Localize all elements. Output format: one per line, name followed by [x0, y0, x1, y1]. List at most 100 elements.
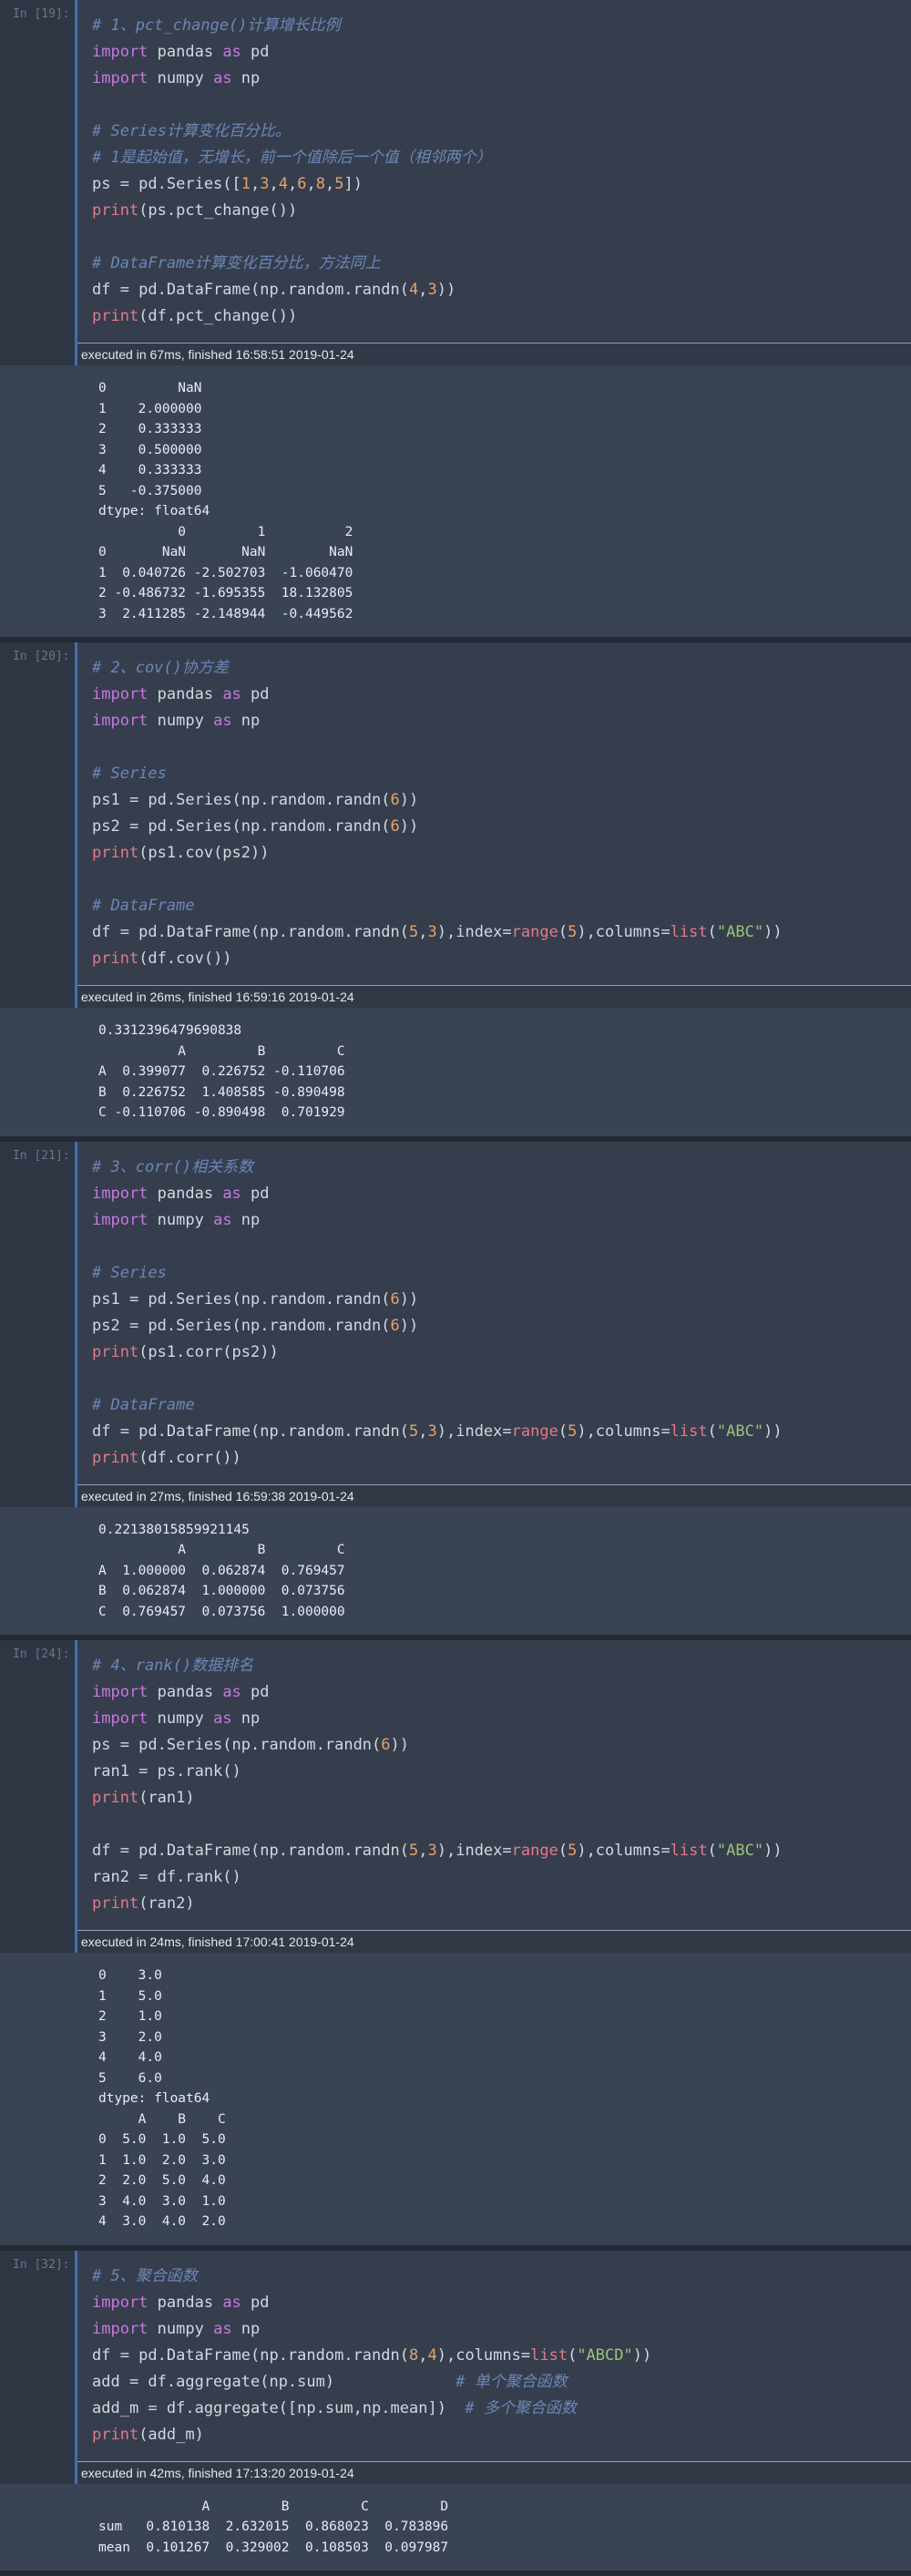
code-line [92, 1811, 911, 1838]
code-token: import [92, 1211, 148, 1229]
code-token: ),columns= [577, 1842, 670, 1860]
code-line: print(ran1) [92, 1785, 911, 1811]
output-line: 2 2.0 5.0 4.0 [98, 2171, 911, 2191]
code-line: add = df.aggregate(np.sum) # 单个聚合函数 [92, 2369, 911, 2396]
code-token: print [92, 201, 138, 220]
code-line: import numpy as np [92, 66, 911, 92]
notebook-cell[interactable]: In [32]:# 5、聚合函数import pandas as pdimpor… [0, 2251, 911, 2576]
notebook-cell[interactable]: In [21]: # 3、corr()相关系数import pandas as p… [0, 1142, 911, 1641]
cell-output: 0.22138015859921145 A B CA 1.000000 0.06… [0, 1507, 911, 1636]
code-line: # 1是起始值，无增长，前一个值除后一个值（相邻两个） [92, 145, 911, 171]
code-token: ),columns= [577, 1422, 670, 1441]
code-token: ),index= [437, 923, 512, 941]
code-token: ),index= [437, 1842, 512, 1860]
input-prompt: In [21]: [0, 1142, 75, 1507]
code-token: # 1、pct_change()计算增长比例 [92, 16, 341, 35]
notebook-cell[interactable]: In [19]: # 1、pct_change()计算增长比例import pan… [0, 0, 911, 642]
code-line: import pandas as pd [92, 682, 911, 708]
code-token: 3 [428, 281, 437, 299]
code-token: pd [241, 43, 270, 61]
code-input-area[interactable]: # 1、pct_change()计算增长比例import pandas as p… [75, 0, 911, 365]
code-token: , [418, 923, 427, 941]
code-token: # 1是起始值，无增长，前一个值除后一个值（相邻两个） [92, 149, 492, 167]
output-line: 1 5.0 [98, 1986, 911, 2007]
code-editor[interactable]: # 3、corr()相关系数import pandas as pdimport … [77, 1142, 911, 1484]
input-prompt: In [20]: [0, 642, 75, 1008]
code-token: (ps1.cov(ps2)) [138, 844, 269, 862]
code-token: 3 [260, 175, 269, 193]
code-line: df = pd.DataFrame(np.random.randn(5,3),i… [92, 919, 911, 946]
input-prompt: In [32]: [0, 2251, 75, 2484]
code-token: # Series计算变化百分比。 [92, 122, 291, 140]
code-token: # Series [92, 1264, 167, 1282]
code-token: as [213, 2320, 231, 2338]
code-token: # 2、cov()协方差 [92, 659, 229, 677]
code-token: import [92, 69, 148, 87]
code-token: , [418, 1842, 427, 1860]
code-line: # Series [92, 761, 911, 787]
code-token: print [92, 307, 138, 325]
output-line: 5 -0.375000 [98, 481, 911, 502]
code-token: )) [763, 923, 782, 941]
code-line: print(df.pct_change()) [92, 303, 911, 330]
code-line: import pandas as pd [92, 1181, 911, 1207]
code-line: # Series计算变化百分比。 [92, 118, 911, 145]
output-line: 1 2.000000 [98, 399, 911, 420]
output-line: 2 -0.486732 -1.695355 18.132805 [98, 583, 911, 604]
code-token: np [232, 712, 261, 730]
notebook-cell[interactable]: In [24]:# 4、rank()数据排名import pandas as p… [0, 1640, 911, 2251]
output-line: 4 4.0 [98, 2047, 911, 2068]
code-token: ( [558, 1842, 568, 1860]
code-token: as [213, 1211, 231, 1229]
code-token: ),index= [437, 1422, 512, 1441]
code-token: )) [763, 1842, 782, 1860]
code-editor[interactable]: # 4、rank()数据排名import pandas as pdimport … [77, 1640, 911, 1930]
code-token: 5 [568, 923, 577, 941]
code-line [92, 734, 911, 761]
input-prompt: In [19]: [0, 0, 75, 365]
code-editor[interactable]: # 5、聚合函数import pandas as pdimport numpy … [77, 2251, 911, 2461]
code-input-area[interactable]: # 5、聚合函数import pandas as pdimport numpy … [75, 2251, 911, 2484]
code-line: ps1 = pd.Series(np.random.randn(6)) [92, 787, 911, 814]
notebook-cell[interactable]: In [20]:# 2、cov()协方差import pandas as pdi… [0, 642, 911, 1142]
code-line: # DataFrame [92, 893, 911, 919]
code-token: )) [400, 817, 418, 836]
output-line: mean 0.101267 0.329002 0.108503 0.097987 [98, 2538, 911, 2559]
code-token: numpy [148, 2320, 213, 2338]
code-token: , [418, 2346, 427, 2365]
code-token: pandas [148, 43, 222, 61]
code-token: (df.corr()) [138, 1449, 241, 1467]
output-line: 1 0.040726 -2.502703 -1.060470 [98, 563, 911, 584]
code-token: ]) [344, 175, 363, 193]
code-token: 3 [428, 1422, 437, 1441]
code-editor[interactable]: # 1、pct_change()计算增长比例import pandas as p… [77, 0, 911, 343]
code-token: )) [633, 2346, 651, 2365]
code-token: pd [241, 685, 270, 703]
code-token: )) [391, 1736, 409, 1754]
code-editor[interactable]: # 2、cov()协方差import pandas as pdimport nu… [77, 642, 911, 985]
code-token: ps2 = pd.Series(np.random.randn( [92, 817, 391, 836]
code-token: import [92, 2320, 148, 2338]
code-token: 6 [297, 175, 306, 193]
code-token: add = df.aggregate(np.sum) [92, 2373, 456, 2391]
output-line: 3 2.0 [98, 2027, 911, 2048]
code-token: ps = pd.Series([ [92, 175, 241, 193]
code-token: np [232, 1211, 261, 1229]
output-line: A B C D [98, 2497, 911, 2518]
code-input-area[interactable]: # 4、rank()数据排名import pandas as pdimport … [75, 1640, 911, 1953]
code-token: ran1 = ps.rank() [92, 1762, 241, 1781]
code-input-area[interactable]: # 2、cov()协方差import pandas as pdimport nu… [75, 642, 911, 1008]
code-token: numpy [148, 1211, 213, 1229]
code-token: 5 [409, 1842, 418, 1860]
output-line: 5 6.0 [98, 2068, 911, 2089]
code-line: ps = pd.Series([1,3,4,6,8,5]) [92, 171, 911, 198]
code-input-area[interactable]: # 3、corr()相关系数import pandas as pdimport … [75, 1142, 911, 1507]
code-token: as [222, 2294, 241, 2312]
execution-info: executed in 42ms, finished 17:13:20 2019… [77, 2461, 911, 2484]
code-token: import [92, 1185, 148, 1203]
code-token: add_m = df.aggregate([np.sum,np.mean]) [92, 2399, 465, 2417]
code-line: # 3、corr()相关系数 [92, 1155, 911, 1181]
code-token: as [213, 712, 231, 730]
code-token: 6 [391, 791, 400, 809]
code-token: 5 [409, 1422, 418, 1441]
